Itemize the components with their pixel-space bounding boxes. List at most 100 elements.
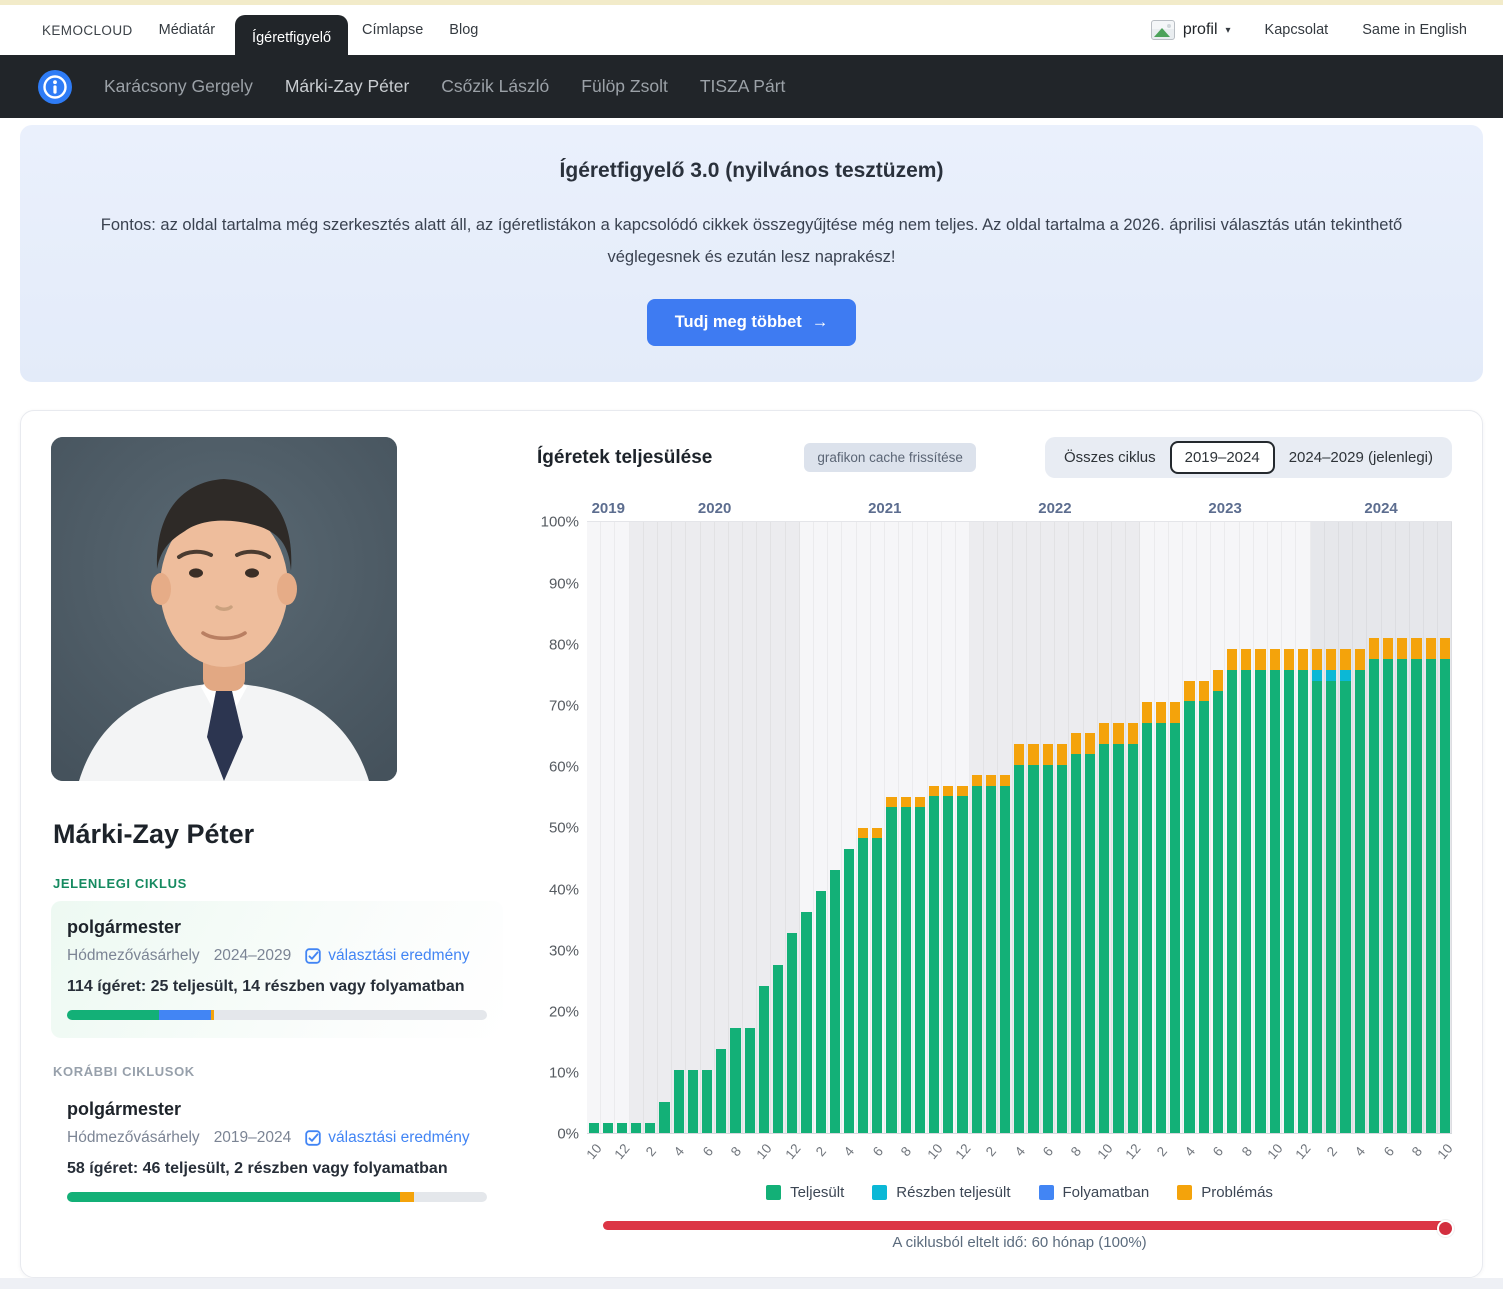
x-axis-tick-label: 4 <box>841 1144 857 1159</box>
bar-segment-seg-o <box>1355 649 1365 670</box>
x-axis-slot: 4 <box>1013 1134 1027 1182</box>
bar-segment-seg-g <box>759 986 769 1133</box>
bar-segment-seg-g <box>659 1102 669 1134</box>
bar-segment-seg-g <box>844 849 854 1134</box>
bar-segment-seg-o <box>1128 723 1138 744</box>
x-axis-slot <box>686 1134 700 1182</box>
bar-segment-seg-g <box>901 807 911 1133</box>
chart-bar <box>631 522 641 1133</box>
top-menu-kapcsolat[interactable]: Kapcsolat <box>1265 22 1329 38</box>
nav-item-karacsony-gergely[interactable]: Karácsony Gergely <box>104 76 253 97</box>
chart-bar <box>659 522 669 1133</box>
chart-year-labels: 201920202021202220232024 <box>587 500 1452 520</box>
chart-bar <box>1440 522 1450 1133</box>
previous-progress-bar <box>67 1192 487 1202</box>
bar-segment-seg-g <box>1113 744 1123 1134</box>
y-axis-tick-label: 10% <box>549 1065 579 1082</box>
chart-bar-slot <box>1027 522 1041 1133</box>
x-axis-slot <box>1282 1134 1296 1182</box>
bar-segment-seg-g <box>589 1123 599 1133</box>
chart-bar-slot <box>1041 522 1055 1133</box>
legend-item-problemas[interactable]: Problémás <box>1177 1184 1273 1201</box>
x-axis-slot <box>771 1134 785 1182</box>
x-axis-slot: 4 <box>672 1134 686 1182</box>
x-axis-slot <box>1140 1134 1154 1182</box>
tab-2024-2029[interactable]: 2024–2029 (jelenlegi) <box>1275 441 1447 474</box>
x-axis-slot <box>1424 1134 1438 1182</box>
x-axis-tick-label: 2 <box>983 1144 999 1159</box>
bar-segment-seg-g <box>1397 659 1407 1133</box>
previous-election-result-link[interactable]: választási eredmény <box>305 1129 469 1147</box>
chart-bar <box>830 522 840 1133</box>
current-election-result-label: választási eredmény <box>328 947 469 965</box>
learn-more-button[interactable]: Tudj meg többet → <box>647 299 857 346</box>
bar-segment-seg-g <box>858 838 868 1133</box>
x-axis-slot: 6 <box>871 1134 885 1182</box>
chart-bar <box>1298 522 1308 1133</box>
legend-item-reszben-teljesult[interactable]: Részben teljesült <box>872 1184 1010 1201</box>
bar-segment-seg-g <box>830 870 840 1133</box>
bar-segment-seg-g <box>929 796 939 1133</box>
bar-segment-seg-o <box>1184 681 1194 702</box>
x-axis-slot: 8 <box>899 1134 913 1182</box>
chart-bar-slot <box>1339 522 1353 1133</box>
x-axis-tick-label: 4 <box>1012 1144 1028 1159</box>
bar-segment-seg-g <box>1411 659 1421 1133</box>
x-axis-tick-label: 6 <box>1210 1144 1226 1159</box>
tab-2019-2024[interactable]: 2019–2024 <box>1170 441 1275 474</box>
learn-more-label: Tudj meg többet <box>675 313 802 332</box>
bar-segment-seg-g <box>617 1123 627 1133</box>
chart-bar-slot <box>800 522 814 1133</box>
chart-bar <box>1340 522 1350 1133</box>
chart-bar-slot <box>658 522 672 1133</box>
current-election-result-link[interactable]: választási eredmény <box>305 947 469 965</box>
progress-fulfilled-segment <box>67 1010 159 1020</box>
y-axis-tick-label: 0% <box>557 1126 579 1143</box>
brand-logo-text[interactable]: KEMOCLOUD <box>42 23 133 38</box>
legend-item-teljesult[interactable]: Teljesült <box>766 1184 844 1201</box>
top-menu-cimlapse[interactable]: Címlapse <box>362 22 423 38</box>
refresh-cache-button[interactable]: grafikon cache frissítése <box>804 443 976 472</box>
bar-segment-seg-o <box>1369 638 1379 659</box>
legend-item-folyamatban[interactable]: Folyamatban <box>1039 1184 1150 1201</box>
bar-segment-seg-o <box>1156 702 1166 723</box>
x-axis-slot: 2 <box>1325 1134 1339 1182</box>
bar-segment-seg-g <box>730 1028 740 1133</box>
bar-segment-seg-o <box>1199 681 1209 702</box>
info-icon[interactable] <box>38 70 72 104</box>
top-menu-mediatar[interactable]: Médiatár <box>159 22 215 38</box>
nav-item-csozik-laszlo[interactable]: Csőzik László <box>441 76 549 97</box>
chart-bar <box>957 522 967 1133</box>
chart-bar <box>1284 522 1294 1133</box>
profile-photo <box>51 437 397 781</box>
nav-item-tisza-part[interactable]: TISZA Párt <box>700 76 786 97</box>
top-menu-blog[interactable]: Blog <box>449 22 478 38</box>
chart-bar-slot <box>771 522 785 1133</box>
chart-bar <box>1255 522 1265 1133</box>
nav-item-fulop-zsolt[interactable]: Fülöp Zsolt <box>581 76 668 97</box>
chart-bar-slot <box>1112 522 1126 1133</box>
chart-bar-slot <box>1424 522 1438 1133</box>
bar-segment-seg-g <box>801 912 811 1133</box>
checkbox-icon <box>305 1130 321 1146</box>
x-axis-slot <box>828 1134 842 1182</box>
x-axis-slot: 8 <box>1410 1134 1424 1182</box>
previous-promise-summary: 58 ígéret: 46 teljesült, 2 részben vagy … <box>67 1160 487 1178</box>
profile-menu[interactable]: profil ▾ <box>1151 20 1231 40</box>
bar-segment-seg-o <box>1142 702 1152 723</box>
bar-segment-seg-g <box>1213 691 1223 1133</box>
chart-bar-slot <box>1382 522 1396 1133</box>
bar-segment-seg-g <box>702 1070 712 1133</box>
chart-bar-slot <box>1155 522 1169 1133</box>
slider-track[interactable] <box>603 1221 1452 1230</box>
language-switch-link[interactable]: Same in English <box>1362 22 1467 38</box>
nav-item-marki-zay-peter[interactable]: Márki-Zay Péter <box>285 76 409 97</box>
bar-segment-seg-o <box>1028 744 1038 765</box>
top-menu-igeretfigyelo-active-tab[interactable]: Ígéretfigyelő <box>235 15 348 64</box>
bar-segment-seg-c <box>1340 670 1350 680</box>
chart-bar <box>787 522 797 1133</box>
tab-all-cycles[interactable]: Összes ciklus <box>1050 441 1170 474</box>
chart-bar <box>929 522 939 1133</box>
bar-segment-seg-g <box>1085 754 1095 1133</box>
x-axis-tick-label: 2 <box>813 1144 829 1159</box>
